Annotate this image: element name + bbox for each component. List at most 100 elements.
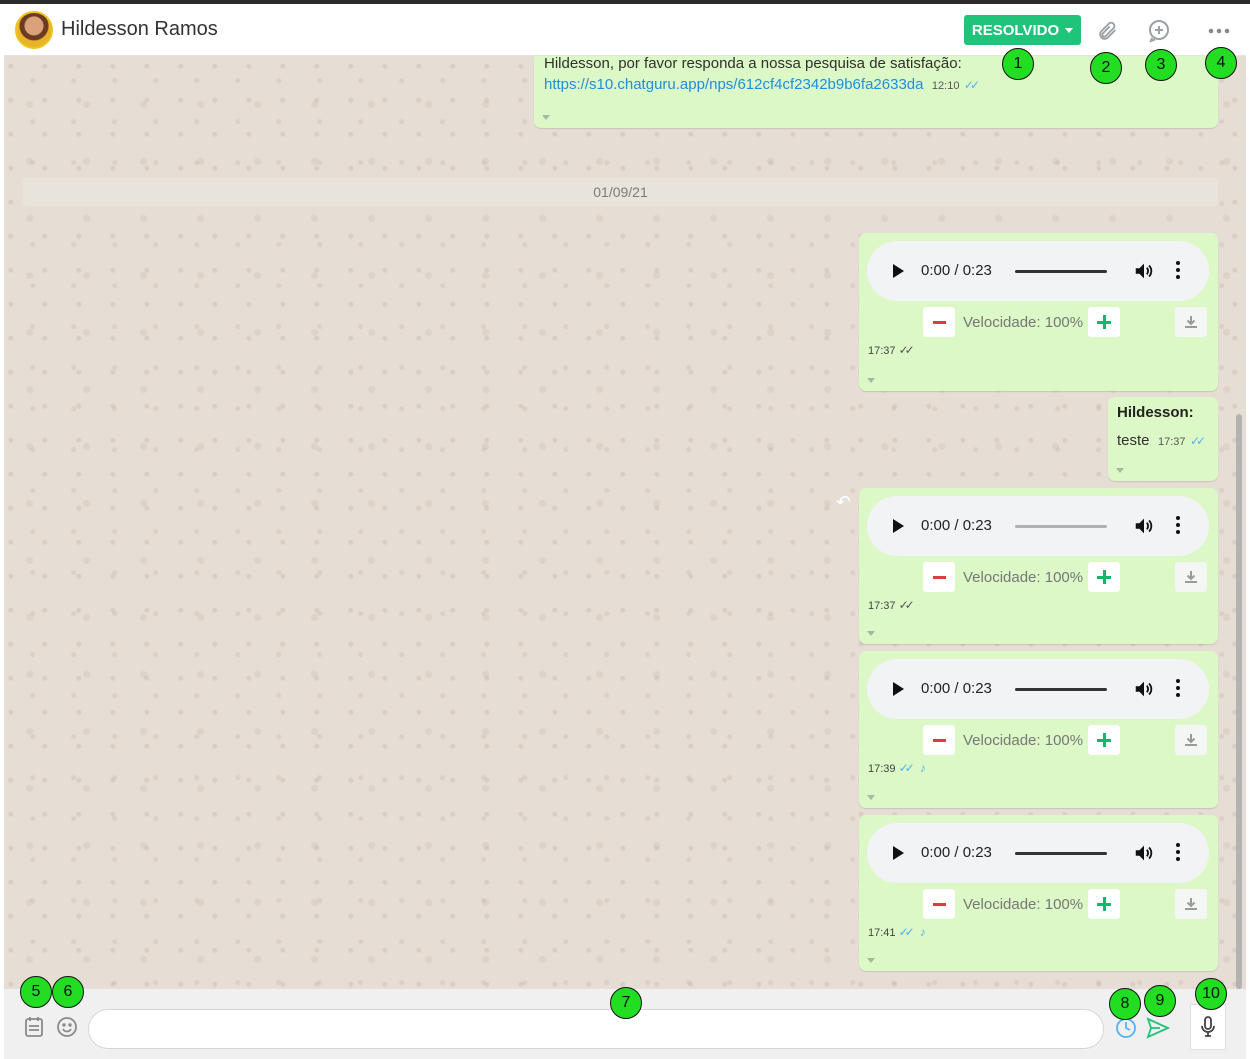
chat-header: Hildesson Ramos RESOLVIDO — [4, 4, 1246, 56]
message-menu-caret[interactable] — [1116, 468, 1124, 473]
chat-area[interactable]: Hildesson, por favor responda a nossa pe… — [4, 56, 1246, 989]
audio-options-icon[interactable] — [1176, 516, 1180, 537]
annotation-marker-5: 5 — [20, 976, 52, 1008]
microphone-icon[interactable] — [1190, 1004, 1226, 1050]
message-time: 12:10 — [931, 80, 960, 92]
play-icon[interactable] — [893, 682, 904, 696]
speed-label: Velocidade: 100% — [963, 896, 1084, 913]
audio-time: 0:00 / 0:23 — [921, 262, 992, 279]
audio-options-icon[interactable] — [1176, 679, 1180, 700]
contact-name[interactable]: Hildesson Ramos — [61, 18, 218, 41]
audio-progress-bar[interactable] — [1015, 688, 1107, 691]
audio-meta: 17:41 ✓✓ ♪ — [868, 925, 926, 939]
volume-icon[interactable] — [1133, 842, 1155, 864]
message-menu-caret[interactable] — [867, 795, 875, 800]
play-icon[interactable] — [893, 519, 904, 533]
message-time: 17:37 — [1157, 436, 1186, 448]
audio-options-icon[interactable] — [1176, 843, 1180, 864]
audio-message-bubble: 0:00 / 0:23 Velocidade: 100% 17:37 ✓✓ — [859, 488, 1218, 644]
text-message-bubble: Hildesson: teste 17:37 ✓✓ — [1108, 397, 1218, 481]
audio-time: 0:00 / 0:23 — [921, 517, 992, 534]
message-author: Hildesson: — [1117, 404, 1194, 421]
play-icon[interactable] — [893, 264, 904, 278]
audio-player: 0:00 / 0:23 — [867, 823, 1209, 883]
annotation-marker-3: 3 — [1145, 49, 1177, 81]
caret-down-icon — [1065, 27, 1074, 33]
play-icon[interactable] — [893, 846, 904, 860]
volume-icon[interactable] — [1133, 515, 1155, 537]
speed-decrease-button[interactable] — [923, 562, 955, 592]
speed-label: Velocidade: 100% — [963, 569, 1084, 586]
annotation-marker-7: 7 — [610, 987, 642, 1019]
audio-message-bubble: 0:00 / 0:23 Velocidade: 100% 17:39 ✓✓ ♪ — [859, 651, 1218, 808]
paperclip-icon[interactable] — [1092, 16, 1122, 46]
status-label: RESOLVIDO — [971, 21, 1060, 39]
audio-time: 0:00 / 0:23 — [921, 844, 992, 861]
message-menu-caret[interactable] — [867, 631, 875, 636]
audio-message-bubble: 0:00 / 0:23 Velocidade: 100% 17:37 ✓✓ — [859, 233, 1218, 391]
audio-progress-bar[interactable] — [1015, 525, 1107, 528]
message-text: teste — [1117, 432, 1150, 449]
more-options-icon[interactable] — [1204, 16, 1234, 46]
read-ticks-icon: ✓✓ — [1189, 434, 1206, 448]
read-ticks-icon: ✓✓ — [898, 925, 915, 939]
delivered-ticks-icon: ✓✓ — [898, 598, 915, 612]
message-time: 17:41 — [868, 927, 896, 939]
annotation-marker-2: 2 — [1090, 52, 1122, 84]
speed-label: Velocidade: 100% — [963, 314, 1084, 331]
download-icon[interactable] — [1175, 562, 1207, 592]
speed-increase-button[interactable] — [1088, 889, 1120, 919]
audio-meta: 17:37 ✓✓ — [868, 343, 915, 357]
send-icon[interactable] — [1145, 1015, 1171, 1041]
audio-progress-bar[interactable] — [1015, 852, 1107, 855]
audio-player: 0:00 / 0:23 — [867, 659, 1209, 719]
message-menu-caret[interactable] — [867, 378, 875, 383]
emoji-icon[interactable] — [54, 1014, 80, 1040]
annotation-marker-10: 10 — [1195, 978, 1227, 1010]
speed-decrease-button[interactable] — [923, 889, 955, 919]
annotation-marker-1: 1 — [1002, 48, 1034, 80]
message-input[interactable] — [88, 1009, 1104, 1049]
read-ticks-icon: ✓✓ — [963, 78, 980, 92]
date-separator: 01/09/21 — [23, 178, 1218, 206]
audio-meta: 17:39 ✓✓ ♪ — [868, 761, 926, 775]
audio-time: 0:00 / 0:23 — [921, 680, 992, 697]
avatar[interactable] — [15, 11, 53, 49]
download-icon[interactable] — [1175, 889, 1207, 919]
nps-message-text: Hildesson, por favor responda a nossa pe… — [544, 56, 962, 72]
volume-icon[interactable] — [1133, 678, 1155, 700]
heard-icon: ♪ — [919, 761, 926, 775]
reply-icon[interactable]: ↶ — [836, 492, 851, 513]
chat-scrollbar[interactable] — [1236, 414, 1242, 989]
speed-decrease-button[interactable] — [923, 725, 955, 755]
speed-increase-button[interactable] — [1088, 725, 1120, 755]
annotation-marker-4: 4 — [1205, 47, 1237, 79]
annotation-marker-8: 8 — [1109, 988, 1141, 1020]
message-menu-caret[interactable] — [542, 115, 550, 120]
speed-label: Velocidade: 100% — [963, 732, 1084, 749]
nps-link[interactable]: https://s10.chatguru.app/nps/612cf4cf234… — [544, 76, 923, 93]
audio-progress-bar[interactable] — [1015, 270, 1107, 273]
delivered-ticks-icon: ✓✓ — [898, 343, 915, 357]
audio-message-bubble: 0:00 / 0:23 Velocidade: 100% 17:41 ✓✓ ♪ — [859, 815, 1218, 971]
annotation-marker-9: 9 — [1144, 985, 1176, 1017]
status-dropdown-button[interactable]: RESOLVIDO — [964, 15, 1081, 45]
new-chat-icon[interactable] — [1144, 16, 1174, 46]
message-time: 17:37 — [868, 345, 896, 357]
audio-player: 0:00 / 0:23 — [867, 241, 1209, 301]
audio-meta: 17:37 ✓✓ — [868, 598, 915, 612]
notes-icon[interactable] — [21, 1014, 47, 1040]
speed-decrease-button[interactable] — [923, 307, 955, 337]
speed-increase-button[interactable] — [1088, 562, 1120, 592]
volume-icon[interactable] — [1133, 260, 1155, 282]
annotation-marker-6: 6 — [52, 976, 84, 1008]
message-time: 17:37 — [868, 600, 896, 612]
download-icon[interactable] — [1175, 725, 1207, 755]
audio-player: 0:00 / 0:23 — [867, 496, 1209, 556]
message-menu-caret[interactable] — [867, 958, 875, 963]
message-time: 17:39 — [868, 763, 896, 775]
download-icon[interactable] — [1175, 307, 1207, 337]
audio-options-icon[interactable] — [1176, 261, 1180, 282]
speed-increase-button[interactable] — [1088, 307, 1120, 337]
heard-icon: ♪ — [919, 925, 926, 939]
